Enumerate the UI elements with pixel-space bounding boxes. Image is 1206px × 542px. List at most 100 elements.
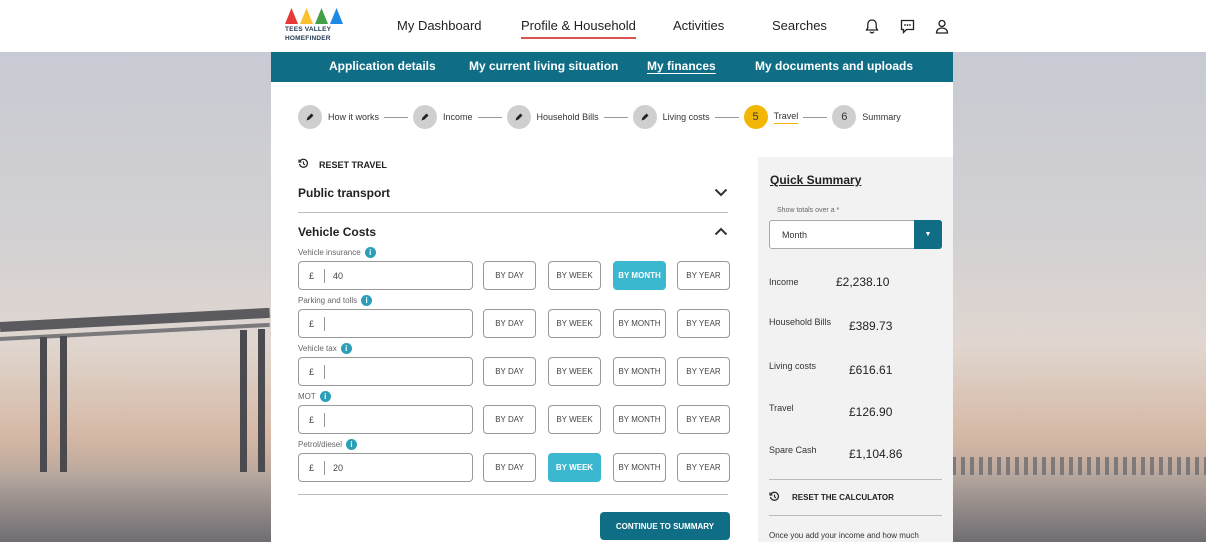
distant-pier xyxy=(952,457,1206,475)
summary-row-value: £126.90 xyxy=(849,405,893,419)
period-button-by-day[interactable]: BY DAY xyxy=(483,405,536,434)
subnav-documents-uploads[interactable]: My documents and uploads xyxy=(755,59,913,73)
summary-row-label: Living costs xyxy=(769,361,817,371)
period-button-by-month[interactable]: BY MONTH xyxy=(613,357,666,386)
period-button-by-week[interactable]: BY WEEK xyxy=(548,357,601,386)
period-button-by-week[interactable]: BY WEEK xyxy=(548,261,601,290)
pencil-icon xyxy=(506,105,531,129)
top-navigation: TEES VALLEY HOMEFINDER My Dashboard Prof… xyxy=(0,0,1206,52)
subnav-application-details[interactable]: Application details xyxy=(329,59,436,73)
step-label: Travel xyxy=(773,111,799,124)
currency-symbol: £ xyxy=(299,460,325,475)
summary-divider xyxy=(769,479,942,480)
step-label: Summary xyxy=(862,112,901,122)
step-how-it-works[interactable]: How it works xyxy=(298,105,379,129)
progress-stepper: How it works Income Household Bills Livi… xyxy=(298,104,901,130)
summary-note: Once you add your income and how much xyxy=(769,531,919,540)
amount-value: 40 xyxy=(333,270,344,281)
period-button-by-day[interactable]: BY DAY xyxy=(483,357,536,386)
bell-icon[interactable] xyxy=(862,16,882,36)
period-button-by-year[interactable]: BY YEAR xyxy=(677,405,730,434)
pencil-icon xyxy=(298,105,322,129)
currency-symbol: £ xyxy=(299,316,325,331)
step-label: Household Bills xyxy=(536,112,599,122)
history-icon xyxy=(769,491,780,504)
reset-calculator-button[interactable]: RESET THE CALCULATOR xyxy=(769,491,894,504)
period-button-by-year[interactable]: BY YEAR xyxy=(677,453,730,482)
nav-my-dashboard[interactable]: My Dashboard xyxy=(397,18,482,33)
field-label-text: Parking and tolls xyxy=(298,296,358,305)
info-icon[interactable]: i xyxy=(346,439,358,450)
step-label: How it works xyxy=(328,112,380,122)
logo-peak xyxy=(300,8,313,24)
pier-leg xyxy=(60,336,67,472)
step-number: 5 xyxy=(743,105,768,129)
summary-row-label: Travel xyxy=(769,403,794,413)
subnav-my-finances[interactable]: My finances xyxy=(647,59,716,73)
period-button-by-week[interactable]: BY WEEK xyxy=(548,405,601,434)
field-label: Vehicle tax i xyxy=(298,343,352,354)
period-button-by-day[interactable]: BY DAY xyxy=(483,261,536,290)
summary-row-value: £1,104.86 xyxy=(849,447,903,461)
info-icon[interactable]: i xyxy=(319,391,331,402)
period-button-by-month[interactable]: BY MONTH xyxy=(613,405,666,434)
summary-period-select[interactable]: Month ▼ xyxy=(769,220,942,249)
summary-row-value: £2,238.10 xyxy=(836,275,890,289)
subnav-living-situation[interactable]: My current living situation xyxy=(469,59,618,73)
logo-text-line2: HOMEFINDER xyxy=(285,35,331,42)
pencil-icon xyxy=(632,105,657,129)
reset-travel-button[interactable]: RESET TRAVEL xyxy=(298,158,387,171)
amount-input[interactable]: £ xyxy=(298,309,473,338)
field-label: Parking and tolls i xyxy=(298,295,373,306)
amount-input[interactable]: £40 xyxy=(298,261,473,290)
section-title: Vehicle Costs xyxy=(298,225,377,239)
nav-activities[interactable]: Activities xyxy=(673,18,724,33)
amount-input[interactable]: £ xyxy=(298,405,473,434)
public-transport-accordion[interactable]: Public transport xyxy=(298,186,728,200)
amount-input[interactable]: £ xyxy=(298,357,473,386)
continue-to-summary-button[interactable]: CONTINUE TO SUMMARY xyxy=(600,512,730,540)
tees-valley-homefinder-logo[interactable]: TEES VALLEY HOMEFINDER xyxy=(285,8,345,44)
info-icon[interactable]: i xyxy=(364,247,376,258)
period-button-by-day[interactable]: BY DAY xyxy=(483,309,536,338)
reset-calculator-label: RESET THE CALCULATOR xyxy=(792,493,894,502)
period-button-by-month[interactable]: BY MONTH xyxy=(613,453,666,482)
user-icon[interactable] xyxy=(932,16,952,36)
period-button-by-year[interactable]: BY YEAR xyxy=(677,261,730,290)
nav-searches[interactable]: Searches xyxy=(772,18,827,33)
step-travel[interactable]: 5 Travel xyxy=(743,105,799,129)
nav-profile-household[interactable]: Profile & Household xyxy=(521,18,636,39)
step-label: Income xyxy=(443,112,473,122)
summary-row-value: £616.61 xyxy=(849,363,893,377)
quick-summary: Quick Summary Show totals over a * Month… xyxy=(758,157,953,542)
step-connector xyxy=(477,116,502,118)
summary-row-label: Income xyxy=(769,277,799,287)
step-living-costs[interactable]: Living costs xyxy=(632,105,710,129)
step-income[interactable]: Income xyxy=(413,105,473,129)
info-icon[interactable]: i xyxy=(361,295,373,306)
field-label-text: Vehicle tax xyxy=(298,344,337,353)
pencil-icon xyxy=(413,105,438,129)
period-button-by-year[interactable]: BY YEAR xyxy=(677,357,730,386)
caret-down-icon[interactable]: ▼ xyxy=(914,220,942,249)
logo-text-line1: TEES VALLEY xyxy=(285,26,332,33)
info-icon[interactable]: i xyxy=(340,343,352,354)
chevron-down-icon xyxy=(714,186,728,200)
period-button-by-month[interactable]: BY MONTH xyxy=(613,309,666,338)
pier-leg xyxy=(258,329,265,472)
period-button-by-month[interactable]: BY MONTH xyxy=(613,261,666,290)
amount-input[interactable]: £20 xyxy=(298,453,473,482)
chat-icon[interactable] xyxy=(897,16,917,36)
vehicle-costs-accordion[interactable]: Vehicle Costs xyxy=(298,225,728,239)
summary-divider xyxy=(769,515,942,516)
step-label: Living costs xyxy=(662,112,710,122)
period-button-by-year[interactable]: BY YEAR xyxy=(677,309,730,338)
field-label-text: Petrol/diesel xyxy=(298,440,343,449)
period-button-by-week[interactable]: BY WEEK xyxy=(548,309,601,338)
currency-symbol: £ xyxy=(299,412,325,427)
period-button-by-week[interactable]: BY WEEK xyxy=(548,453,601,482)
step-summary[interactable]: 6 Summary xyxy=(832,105,901,129)
step-household-bills[interactable]: Household Bills xyxy=(506,105,599,129)
period-button-by-day[interactable]: BY DAY xyxy=(483,453,536,482)
summary-row-value: £389.73 xyxy=(849,319,893,333)
